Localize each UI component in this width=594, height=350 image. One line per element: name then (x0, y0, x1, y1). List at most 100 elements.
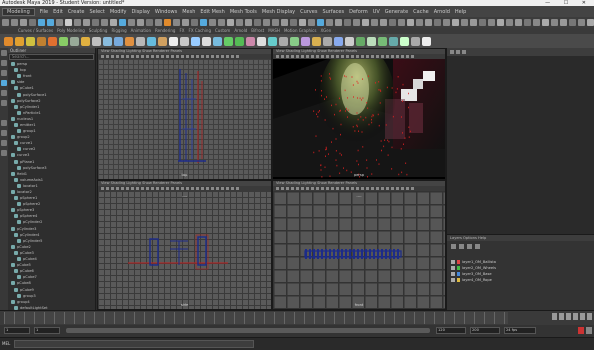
status-line-icon[interactable] (290, 19, 297, 26)
range-bar[interactable] (66, 328, 430, 333)
go-to-end-icon[interactable] (587, 313, 592, 320)
shelf-tool-icon[interactable] (4, 36, 13, 46)
status-line-icon[interactable] (551, 19, 558, 26)
menu-item[interactable]: Windows (155, 9, 177, 15)
shelf-tool-icon[interactable] (345, 36, 354, 46)
status-line-icon[interactable] (110, 19, 117, 26)
status-line-icon[interactable] (74, 19, 81, 26)
status-line-icon[interactable] (470, 19, 477, 26)
shelf-tool-icon[interactable] (191, 36, 200, 46)
shelf-tool-icon[interactable] (169, 36, 178, 46)
menu-item[interactable]: Mesh (182, 9, 195, 15)
four-view-layout-icon[interactable] (1, 130, 7, 136)
new-layer-from-selected-icon[interactable] (475, 243, 480, 249)
shelf-tool-icon[interactable] (158, 36, 167, 46)
status-line-icon[interactable] (587, 19, 594, 26)
menu-item[interactable]: Arnold (434, 9, 450, 15)
shelf-tool-icon[interactable] (312, 36, 321, 46)
tool-settings-icon[interactable] (462, 50, 466, 54)
shelf-tool-icon[interactable] (389, 36, 398, 46)
status-line-icon[interactable] (560, 19, 567, 26)
shelf-tool-icon[interactable] (257, 36, 266, 46)
menu-item[interactable]: Curves (300, 9, 317, 15)
viewport-top[interactable]: View Shading Lighting Show Renderer Pane… (97, 48, 272, 180)
shelf-tool-icon[interactable] (246, 36, 255, 46)
menu-item[interactable]: Deform (349, 9, 368, 15)
status-line-icon[interactable] (452, 19, 459, 26)
status-line-icon[interactable] (479, 19, 486, 26)
command-input[interactable] (14, 340, 254, 348)
shelf-tool-icon[interactable] (367, 36, 376, 46)
status-line-icon[interactable] (200, 19, 207, 26)
start-frame-field[interactable]: 1 (4, 327, 30, 334)
shelf-tool-icon[interactable] (279, 36, 288, 46)
status-line-icon[interactable] (182, 19, 189, 26)
time-slider[interactable] (0, 310, 594, 325)
menu-set-dropdown[interactable]: Modeling (2, 7, 35, 16)
shelf-tool-icon[interactable] (334, 36, 343, 46)
shelf-tool-icon[interactable] (125, 36, 134, 46)
layer-color-swatch[interactable] (457, 266, 460, 270)
shelf-tool-icon[interactable] (422, 36, 431, 46)
viewport-persp[interactable]: View Shading Lighting Show Renderer Pane… (272, 48, 446, 180)
shelf-tool-icon[interactable] (400, 36, 409, 46)
status-line-icon[interactable] (533, 19, 540, 26)
status-line-icon[interactable] (236, 19, 243, 26)
status-line-icon[interactable] (101, 19, 108, 26)
status-line-icon[interactable] (65, 19, 72, 26)
time-slider-ticks[interactable] (4, 312, 508, 324)
status-line-icon[interactable] (209, 19, 216, 26)
status-line-icon[interactable] (497, 19, 504, 26)
shelf-tool-icon[interactable] (323, 36, 332, 46)
auto-key-icon[interactable] (578, 327, 584, 334)
step-back-icon[interactable] (559, 313, 564, 320)
range-start-field[interactable]: 1 (34, 327, 60, 334)
move-layer-down-icon[interactable] (459, 243, 464, 249)
attribute-editor-icon[interactable] (456, 50, 460, 54)
status-line-icon[interactable] (2, 19, 9, 26)
status-line-icon[interactable] (38, 19, 45, 26)
status-line-icon[interactable] (191, 19, 198, 26)
status-line-icon[interactable] (164, 19, 171, 26)
status-line-icon[interactable] (362, 19, 369, 26)
shelf-tool-icon[interactable] (224, 36, 233, 46)
shelf-tool-icon[interactable] (356, 36, 365, 46)
visibility-toggle-icon[interactable] (451, 260, 455, 264)
status-line-icon[interactable] (425, 19, 432, 26)
menu-item[interactable]: Mesh Tools (230, 9, 257, 15)
status-line-icon[interactable] (272, 19, 279, 26)
shelf-tool-icon[interactable] (147, 36, 156, 46)
status-line-icon[interactable] (542, 19, 549, 26)
status-line-icon[interactable] (389, 19, 396, 26)
status-line-icon[interactable] (524, 19, 531, 26)
shelf-tool-icon[interactable] (180, 36, 189, 46)
play-forward-icon[interactable] (573, 313, 578, 320)
step-forward-icon[interactable] (580, 313, 585, 320)
status-line-icon[interactable] (155, 19, 162, 26)
status-line-icon[interactable] (416, 19, 423, 26)
shelf-tool-icon[interactable] (136, 36, 145, 46)
status-line-icon[interactable] (245, 19, 252, 26)
status-line-icon[interactable] (173, 19, 180, 26)
shelf-tool-icon[interactable] (235, 36, 244, 46)
status-line-icon[interactable] (92, 19, 99, 26)
status-line-icon[interactable] (29, 19, 36, 26)
shelf-tool-icon[interactable] (411, 36, 420, 46)
status-line-icon[interactable] (434, 19, 441, 26)
shelf-tool-icon[interactable] (290, 36, 299, 46)
status-line-icon[interactable] (326, 19, 333, 26)
shelf-tool-icon[interactable] (213, 36, 222, 46)
channel-box-icon[interactable] (450, 50, 454, 54)
status-line-icon[interactable] (569, 19, 576, 26)
range-end-field[interactable]: 120 (436, 327, 466, 334)
shelf-tool-icon[interactable] (37, 36, 46, 46)
status-line-icon[interactable] (299, 19, 306, 26)
status-line-icon[interactable] (119, 19, 126, 26)
shelf-tool-icon[interactable] (59, 36, 68, 46)
status-line-icon[interactable] (227, 19, 234, 26)
fps-dropdown[interactable]: 24 fps (504, 327, 536, 334)
status-line-icon[interactable] (335, 19, 342, 26)
status-line-icon[interactable] (461, 19, 468, 26)
shelf-tool-icon[interactable] (81, 36, 90, 46)
status-line-icon[interactable] (137, 19, 144, 26)
